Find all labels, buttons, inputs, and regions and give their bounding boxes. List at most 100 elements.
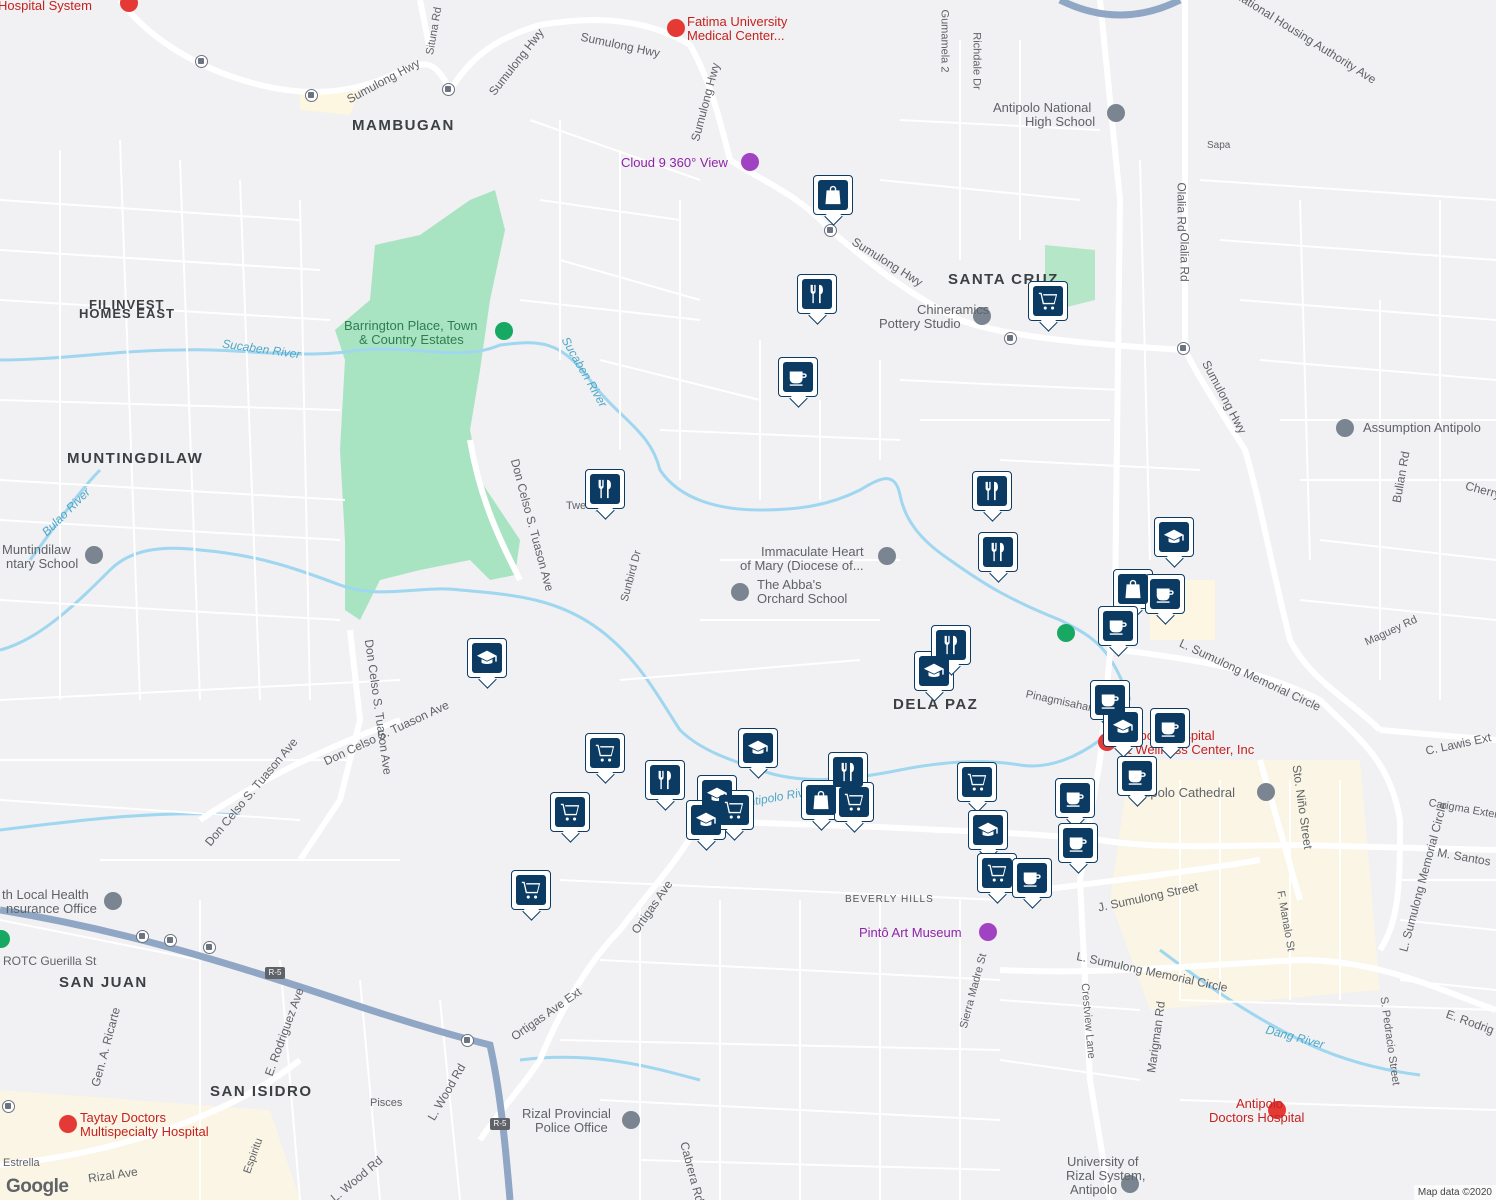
government-icon[interactable] [622,1111,640,1129]
cafe-marker[interactable] [1150,708,1190,748]
cafe-icon [1063,828,1093,858]
restaurant-marker[interactable] [978,532,1018,572]
grocery-marker[interactable] [550,792,590,832]
poi-abba-2[interactable]: Orchard School [757,592,847,606]
school-marker[interactable] [467,638,507,678]
area-san-juan: SAN JUAN [59,974,148,991]
poi-chineramics-2[interactable]: Pottery Studio [879,317,961,331]
poi-urs-3[interactable]: Antipolo [1070,1183,1117,1197]
grocery-marker[interactable] [585,733,625,773]
shopping-bag-marker[interactable] [801,780,841,820]
bus-stop-icon[interactable] [1177,342,1190,355]
grocery-marker[interactable] [834,782,874,822]
bus-stop-icon[interactable] [461,1034,474,1047]
restaurant-marker[interactable] [585,469,625,509]
school-icon[interactable] [731,583,749,601]
poi-fatima-2[interactable]: Medical Center... [687,29,785,43]
bus-stop-icon[interactable] [136,930,149,943]
hospital-icon[interactable] [667,19,685,37]
school-marker[interactable] [1103,707,1143,747]
bus-stop-icon[interactable] [203,941,216,954]
grocery-icon [719,795,749,825]
museum-icon[interactable] [979,923,997,941]
map-base [0,0,1496,1200]
poi-taytay-2[interactable]: Multispecialty Hospital [80,1125,209,1139]
cafe-marker[interactable] [1012,858,1052,898]
bus-stop-icon[interactable] [1004,332,1017,345]
grocery-marker[interactable] [714,790,754,830]
cafe-marker[interactable] [1098,606,1138,646]
grocery-marker[interactable] [977,853,1017,893]
bus-stop-icon[interactable] [164,934,177,947]
restaurant-marker[interactable] [645,760,685,800]
poi-barrington-2[interactable]: & Country Estates [359,333,464,347]
restaurant-icon [936,630,966,660]
area-san-isidro: SAN ISIDRO [210,1083,313,1100]
poi-health[interactable]: th Local Health [2,888,89,902]
poi-pinto[interactable]: Pintô Art Museum [859,926,962,940]
park-icon[interactable] [495,322,513,340]
poi-cloud9[interactable]: Cloud 9 360° View [621,156,728,170]
poi-hospital-system[interactable]: Hospital System [0,0,92,13]
bus-stop-icon[interactable] [195,55,208,68]
poi-abba[interactable]: The Abba's [757,578,822,592]
poi-chineramics[interactable]: Chineramics [917,303,989,317]
poi-antipolo-doctors-2[interactable]: Doctors Hospital [1209,1111,1304,1125]
poi-immaculate[interactable]: Immaculate Heart [761,545,864,559]
bus-stop-icon[interactable] [442,83,455,96]
school-marker[interactable] [738,728,778,768]
poi-immaculate-2[interactable]: of Mary (Diocese of... [740,559,864,573]
poi-rizal-police-2[interactable]: Police Office [535,1121,608,1135]
grocery-marker[interactable] [957,762,997,802]
cafe-icon [1150,579,1180,609]
park-icon[interactable] [1057,624,1075,642]
restaurant-marker[interactable] [797,274,837,314]
cafe-icon [1103,611,1133,641]
poi-health-2[interactable]: nsurance Office [6,902,97,916]
school-icon[interactable] [1336,419,1354,437]
school-icon[interactable] [1107,104,1125,122]
poi-urs-2[interactable]: Rizal System, [1066,1169,1145,1183]
shopping-bag-marker[interactable] [1113,569,1153,609]
road-richdale: Richdale Dr [970,32,983,90]
camera-icon[interactable] [741,153,759,171]
bus-stop-icon[interactable] [824,224,837,237]
r5-shield: R-5 [490,1118,510,1130]
cafe-marker[interactable] [1058,823,1098,863]
poi-muntindilaw-school-2[interactable]: ntary School [6,557,78,571]
poi-urs[interactable]: University of [1067,1155,1139,1169]
grocery-marker[interactable] [511,870,551,910]
cafe-marker[interactable] [1117,756,1157,796]
poi-antipolo-doctors[interactable]: Antipolo [1236,1097,1283,1111]
restaurant-marker[interactable] [931,625,971,665]
poi-assumption[interactable]: Assumption Antipolo [1363,421,1481,435]
school-icon[interactable] [85,546,103,564]
road-pisces: Pisces [370,1097,403,1109]
poi-fatima-1[interactable]: Fatima University [687,15,787,29]
grocery-icon [516,875,546,905]
poi-antipolo-nhs[interactable]: Antipolo National [993,101,1091,115]
school-icon [691,805,721,835]
cafe-marker[interactable] [1145,574,1185,614]
poi-barrington[interactable]: Barrington Place, Town [344,319,477,333]
school-marker[interactable] [1154,517,1194,557]
bus-stop-icon[interactable] [305,89,318,102]
church-icon[interactable] [878,547,896,565]
church-icon[interactable] [1257,783,1275,801]
restaurant-marker[interactable] [972,471,1012,511]
school-marker[interactable] [968,810,1008,850]
poi-antipolo-nhs-2[interactable]: High School [1025,115,1095,129]
grocery-marker[interactable] [1028,281,1068,321]
google-logo: Google [6,1176,69,1197]
map-attribution[interactable]: Map data ©2020 [1413,1185,1496,1200]
cafe-marker[interactable] [778,357,818,397]
poi-taytay[interactable]: Taytay Doctors [80,1111,166,1125]
bus-stop-icon[interactable] [2,1100,15,1113]
cafe-marker[interactable] [1055,778,1095,818]
shopping-bag-marker[interactable] [813,175,853,215]
government-icon[interactable] [104,892,122,910]
map-canvas[interactable]: MAMBUGAN FILINVEST HOMES EAST MUNTINGDIL… [0,0,1496,1200]
poi-rizal-police[interactable]: Rizal Provincial [522,1107,611,1121]
poi-muntindilaw-school[interactable]: Muntindilaw [2,543,71,557]
hospital-icon[interactable] [59,1115,77,1133]
